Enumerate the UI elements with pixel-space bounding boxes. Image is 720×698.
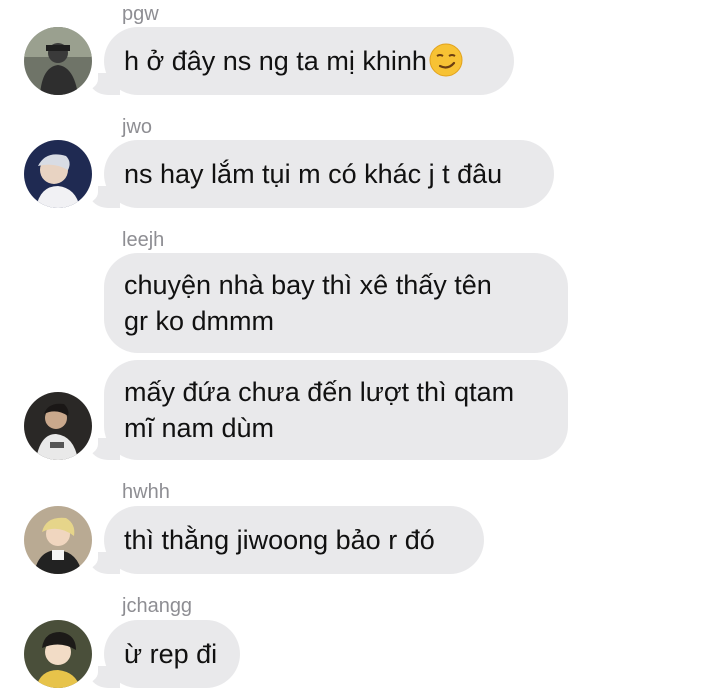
message-bubble[interactable]: ừ rep đi bbox=[104, 620, 240, 688]
avatar-jchangg[interactable] bbox=[24, 620, 92, 688]
sender-name-leejh: leejh bbox=[122, 229, 165, 251]
message-bubble[interactable]: ns hay lắm tụi m có khác j t đâu bbox=[104, 140, 554, 208]
message-bubble[interactable]: mấy đứa chưa đến lượt thì qtam mĩ nam dù… bbox=[104, 360, 568, 460]
sender-name-hwhh: hwhh bbox=[122, 481, 170, 503]
avatar-pgw[interactable] bbox=[24, 27, 92, 95]
sender-name-pgw: pgw bbox=[122, 3, 159, 25]
message-text-line: gr ko dmmm bbox=[124, 306, 275, 336]
sender-name-jwo: jwo bbox=[122, 116, 153, 138]
message-bubble[interactable]: thì thằng jiwoong bảo r đó bbox=[104, 506, 484, 574]
sender-name-jchangg: jchangg bbox=[122, 595, 193, 617]
message-text: thì thằng jiwoong bảo r đó bbox=[124, 525, 435, 555]
message-text: ns hay lắm tụi m có khác j t đâu bbox=[124, 159, 503, 189]
avatar-jwo[interactable] bbox=[24, 140, 92, 208]
message-text-line: chuyện nhà bay thì xê thấy tên bbox=[124, 270, 492, 300]
message-text-line: mĩ nam dùm bbox=[124, 413, 275, 443]
avatar-hwhh[interactable] bbox=[24, 506, 92, 574]
avatar-leejh[interactable] bbox=[24, 392, 92, 460]
message-bubble[interactable]: h ở đây ns ng ta mị khinh bbox=[104, 27, 514, 95]
message-text: h ở đây ns ng ta mị khinh bbox=[124, 46, 427, 76]
message-bubble[interactable]: chuyện nhà bay thì xê thấy tên gr ko dmm… bbox=[104, 253, 568, 353]
message-text: ừ rep đi bbox=[124, 639, 218, 669]
message-text-line: mấy đứa chưa đến lượt thì qtam bbox=[124, 377, 515, 407]
smirking-face-icon bbox=[429, 43, 463, 77]
